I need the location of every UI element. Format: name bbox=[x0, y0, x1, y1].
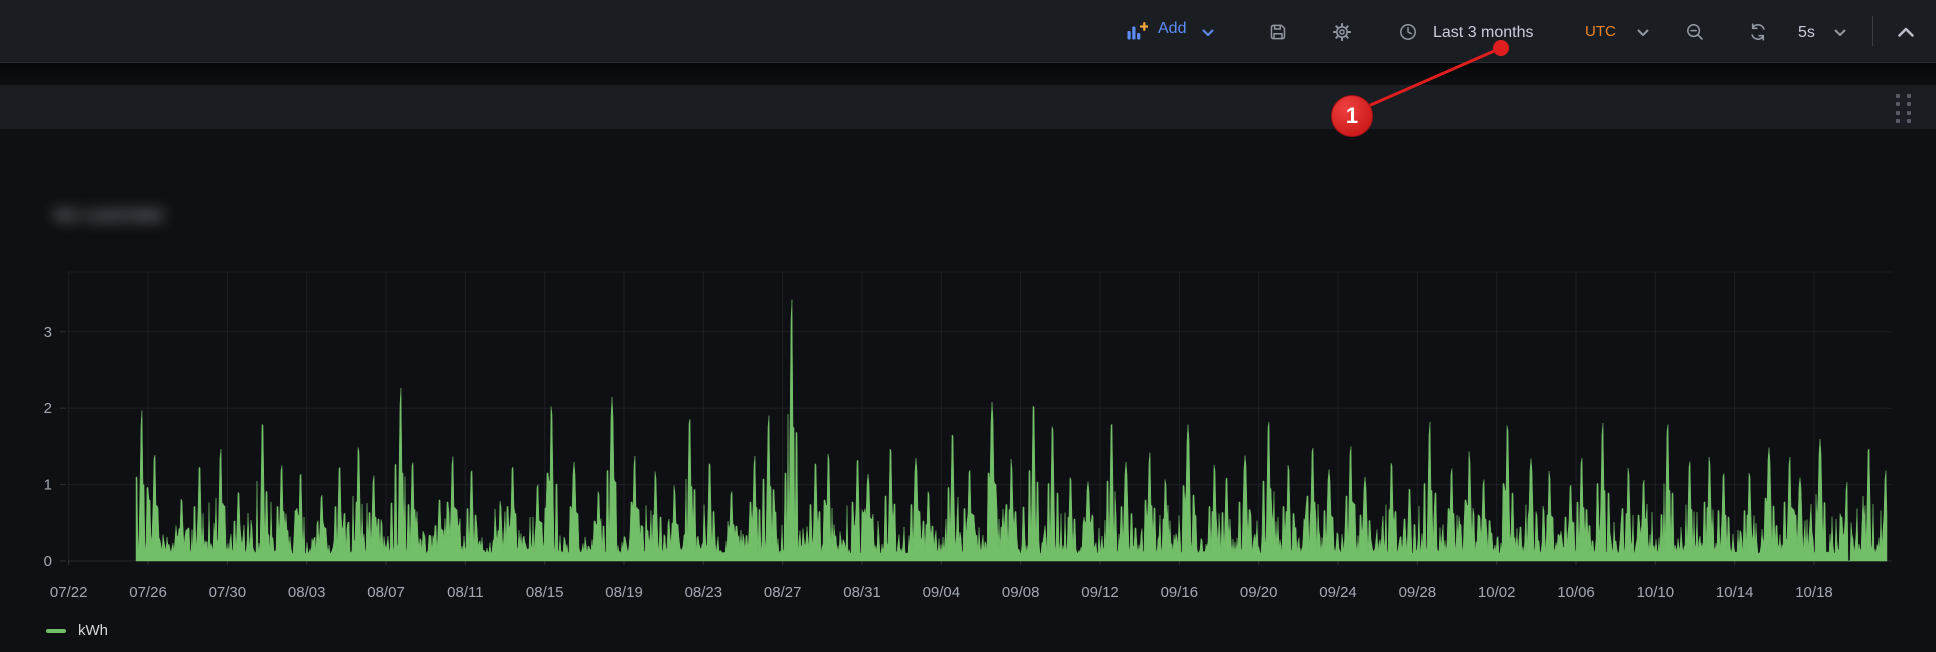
y-tick-label: 2 bbox=[44, 400, 52, 417]
dashboard-settings-button[interactable] bbox=[1322, 12, 1362, 52]
x-tick-label: 08/11 bbox=[447, 584, 483, 601]
x-tick-label: 09/16 bbox=[1161, 584, 1199, 601]
chevron-down-icon bbox=[1637, 29, 1649, 37]
y-tick-label: 1 bbox=[44, 477, 52, 494]
x-tick-label: 08/31 bbox=[843, 584, 881, 601]
timezone-label: UTC bbox=[1585, 23, 1616, 40]
save-icon bbox=[1268, 22, 1288, 42]
gear-icon bbox=[1332, 22, 1352, 42]
x-tick-label: 08/23 bbox=[685, 584, 723, 601]
x-tick-label: 09/08 bbox=[1002, 584, 1040, 601]
x-tick-label: 09/24 bbox=[1319, 584, 1357, 601]
x-tick-label: 10/06 bbox=[1557, 584, 1595, 601]
legend-label-kwh: kWh bbox=[78, 622, 108, 639]
refresh-interval-label: 5s bbox=[1798, 21, 1815, 45]
x-tick-label: 09/04 bbox=[923, 584, 961, 601]
x-tick-label: 10/14 bbox=[1716, 584, 1754, 601]
x-tick-label: 09/28 bbox=[1399, 584, 1437, 601]
x-tick-label: 09/12 bbox=[1081, 584, 1119, 601]
x-tick-label: 10/18 bbox=[1795, 584, 1833, 601]
series-area-kwh bbox=[136, 300, 1887, 562]
add-button-label: Add bbox=[1158, 20, 1186, 38]
x-tick-label: 08/03 bbox=[288, 584, 326, 601]
add-button[interactable]: Add bbox=[1118, 12, 1228, 52]
legend-swatch-kwh bbox=[46, 629, 66, 633]
y-tick-label: 3 bbox=[44, 324, 52, 341]
x-tick-label: 10/10 bbox=[1637, 584, 1675, 601]
refresh-interval-dropdown[interactable]: 5s bbox=[1788, 12, 1852, 52]
x-tick-label: 07/22 bbox=[50, 584, 88, 601]
chart-legend[interactable]: kWh bbox=[46, 621, 108, 639]
time-range-picker[interactable]: Last 3 months UTC bbox=[1386, 12, 1658, 52]
chevron-down-icon bbox=[1834, 29, 1846, 37]
clock-icon bbox=[1398, 22, 1418, 42]
toolbar-divider bbox=[1872, 16, 1873, 46]
x-tick-label: 08/07 bbox=[367, 584, 405, 601]
chevron-down-icon bbox=[1202, 29, 1214, 37]
dashboard-toolbar: Add bbox=[0, 0, 1936, 63]
refresh-icon bbox=[1748, 22, 1768, 42]
x-tick-label: 07/30 bbox=[209, 584, 247, 601]
bar-chart-plus-icon bbox=[1126, 22, 1148, 42]
x-tick-label: 10/02 bbox=[1478, 584, 1516, 601]
x-tick-label: 08/19 bbox=[605, 584, 643, 601]
chevron-up-icon bbox=[1897, 27, 1915, 38]
x-tick-label: 08/27 bbox=[764, 584, 802, 601]
refresh-button[interactable] bbox=[1738, 12, 1778, 52]
y-tick-label: 0 bbox=[44, 553, 52, 570]
save-dashboard-button[interactable] bbox=[1258, 12, 1298, 52]
time-range-label: Last 3 months bbox=[1433, 21, 1534, 45]
annotation-badge-1: 1 bbox=[1331, 95, 1373, 137]
x-tick-label: 07/26 bbox=[129, 584, 167, 601]
x-tick-label: 08/15 bbox=[526, 584, 564, 601]
collapse-toolbar-button[interactable] bbox=[1888, 12, 1924, 52]
magnifier-minus-icon bbox=[1685, 22, 1705, 42]
x-tick-label: 09/20 bbox=[1240, 584, 1278, 601]
zoom-out-time-button[interactable] bbox=[1675, 12, 1715, 52]
timeseries-chart[interactable]: 07/22 07/26 07/30 08/03 08/07 08/11 08/15 08/19… bbox=[0, 0, 1936, 652]
